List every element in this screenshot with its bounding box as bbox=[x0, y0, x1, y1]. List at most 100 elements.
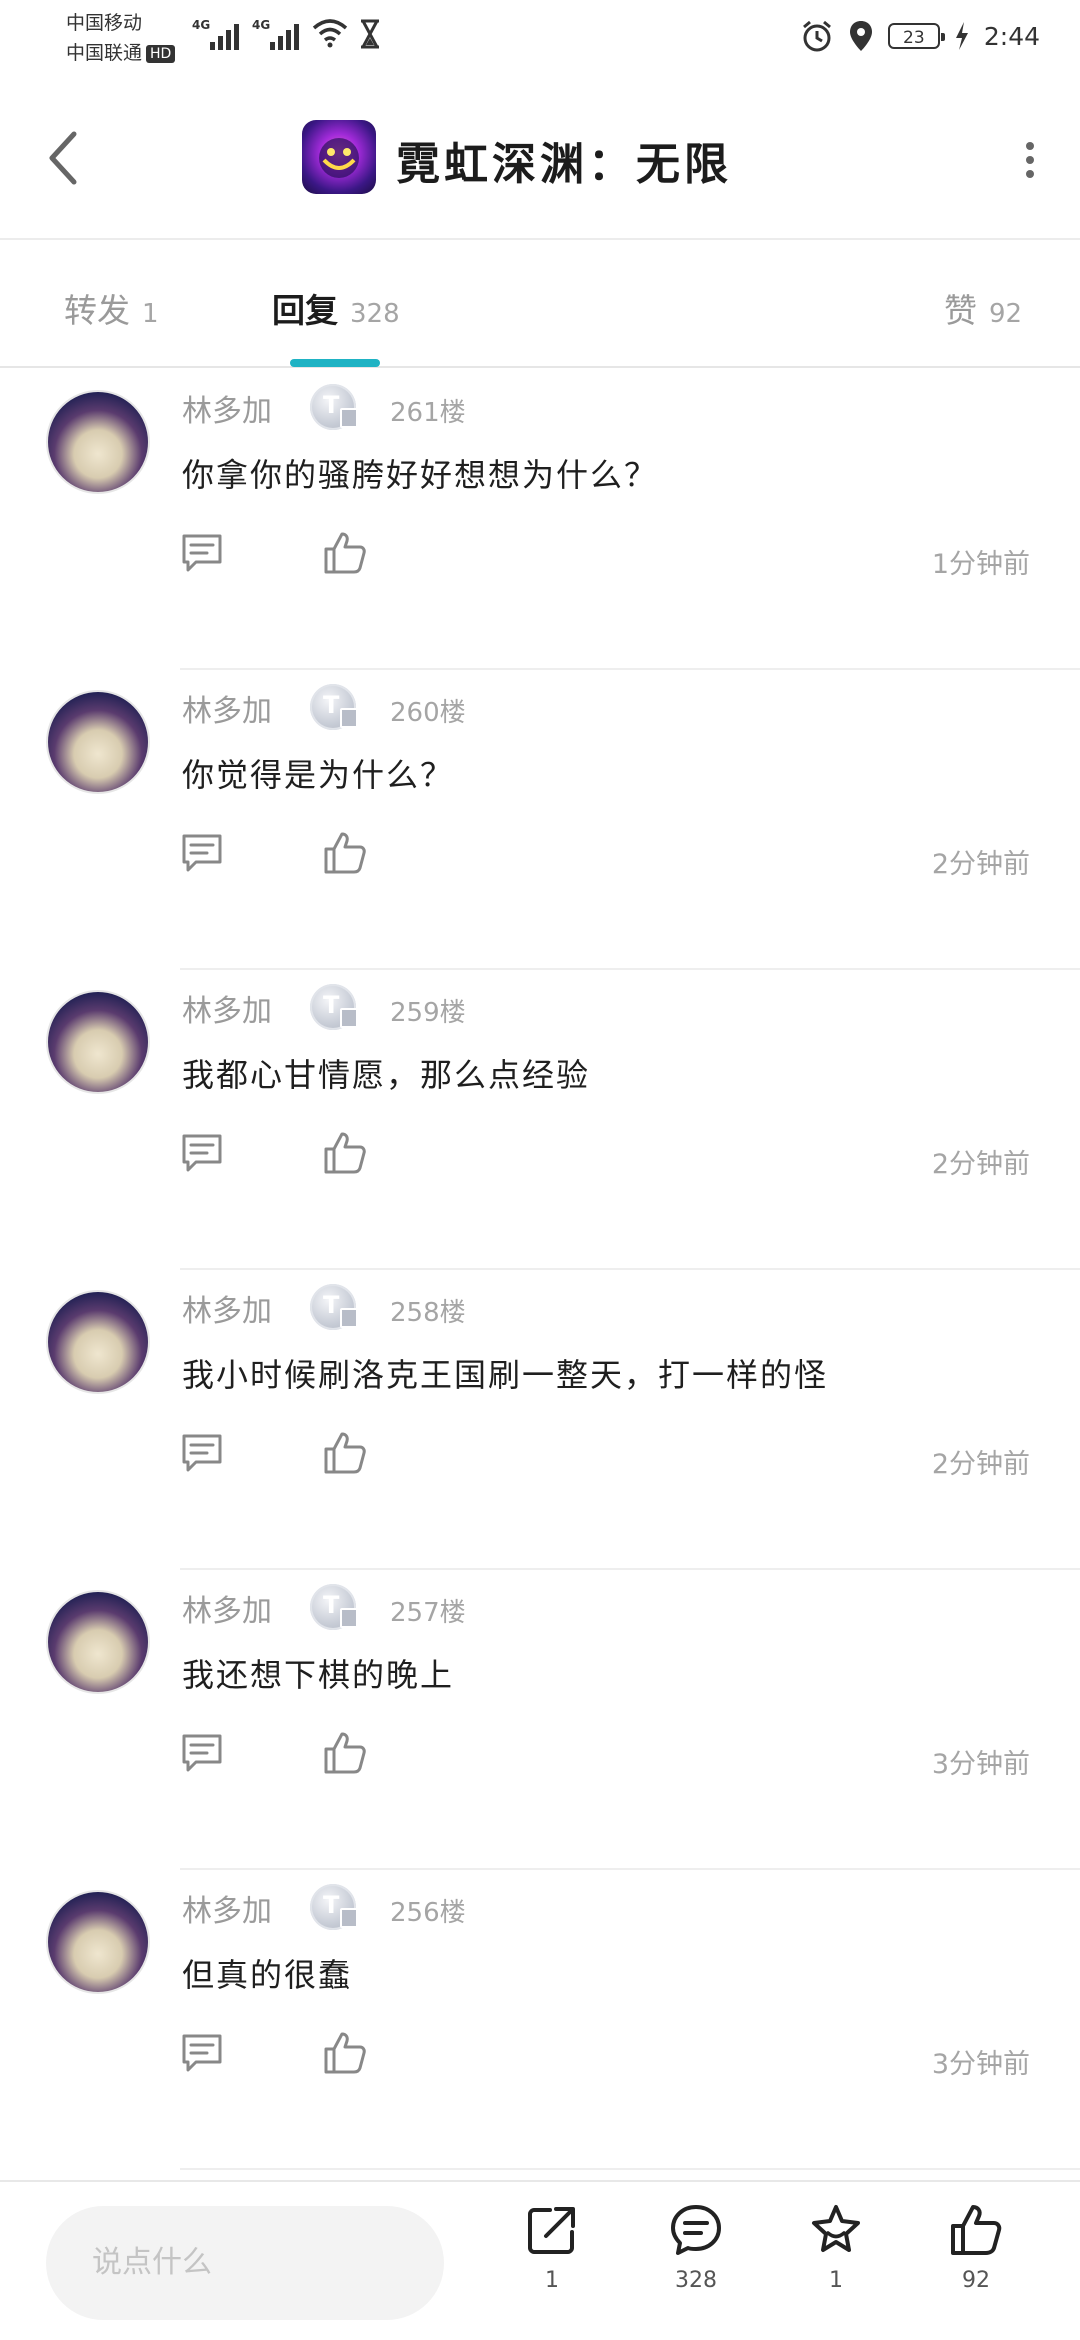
floor-number: 256楼 bbox=[390, 1898, 466, 1928]
tab-replies[interactable]: 回复 328 bbox=[272, 284, 400, 332]
signal-icon bbox=[210, 20, 244, 50]
divider bbox=[180, 2168, 1080, 2170]
badge-corner bbox=[340, 1008, 358, 1028]
reply-item[interactable]: 林多加 T 258楼 我小时候刷洛克王国刷一整天，打一样的怪 2分钟前 bbox=[0, 1270, 1080, 1570]
comment-icon[interactable] bbox=[180, 532, 224, 574]
like-icon[interactable] bbox=[322, 530, 368, 576]
carrier-2: 中国联通 bbox=[66, 42, 143, 64]
thumbs-up-icon bbox=[951, 2205, 1002, 2255]
like-icon[interactable] bbox=[322, 1430, 368, 1476]
comment-button[interactable]: 328 bbox=[646, 2202, 746, 2293]
back-arrow-icon[interactable] bbox=[46, 130, 80, 186]
avatar[interactable] bbox=[46, 690, 150, 794]
reply-time: 2分钟前 bbox=[931, 849, 1030, 880]
level-badge: T bbox=[310, 1884, 358, 1930]
avatar[interactable] bbox=[46, 990, 150, 1094]
alarm-icon bbox=[802, 20, 831, 52]
avatar[interactable] bbox=[46, 1890, 150, 1994]
reply-time: 3分钟前 bbox=[931, 2049, 1030, 2080]
tab-likes-label: 赞 bbox=[944, 291, 977, 330]
top-header: 霓虹深渊：无限 bbox=[0, 80, 1080, 240]
username[interactable]: 林多加 bbox=[182, 1286, 272, 1330]
like-button[interactable]: 92 bbox=[926, 2202, 1026, 2293]
badge-letter: T bbox=[323, 1891, 340, 1919]
comment-input[interactable]: 说点什么 bbox=[46, 2206, 444, 2320]
bottom-action-bar: 说点什么 1 328 1 92 bbox=[0, 2180, 1080, 2340]
floor-number: 258楼 bbox=[390, 1298, 466, 1328]
reply-content: 你觉得是为什么？ bbox=[182, 756, 455, 794]
badge-letter: T bbox=[323, 691, 340, 719]
status-bar: 中国移动 中国联通 HD 4G 4G 23 2:44 bbox=[0, 0, 1080, 80]
share-button[interactable]: 1 bbox=[502, 2202, 602, 2293]
badge-corner bbox=[340, 1908, 358, 1928]
avatar[interactable] bbox=[46, 1590, 150, 1694]
floor-number: 260楼 bbox=[390, 698, 466, 728]
reply-list[interactable]: 林多加 T 261楼 你拿你的骚胯好好想想为什么？ 1分钟前 林多加 T 260… bbox=[0, 370, 1080, 2170]
level-badge: T bbox=[310, 984, 358, 1030]
floor-number: 257楼 bbox=[390, 1598, 466, 1628]
avatar[interactable] bbox=[46, 1290, 150, 1394]
floor-number: 261楼 bbox=[390, 398, 466, 428]
more-options-icon[interactable] bbox=[1024, 140, 1036, 180]
comment-icon[interactable] bbox=[180, 1132, 224, 1174]
location-icon bbox=[849, 21, 872, 51]
badge-letter: T bbox=[323, 1291, 340, 1319]
app-logo bbox=[302, 120, 376, 194]
battery-indicator: 23 bbox=[887, 23, 945, 49]
network-type-1: 4G bbox=[192, 18, 211, 32]
username[interactable]: 林多加 bbox=[182, 1586, 272, 1630]
reply-time: 3分钟前 bbox=[931, 1749, 1030, 1780]
tab-reposts[interactable]: 转发 1 bbox=[64, 284, 159, 332]
comment-icon[interactable] bbox=[180, 832, 224, 874]
charging-icon bbox=[955, 22, 968, 50]
reply-content: 我都心甘情愿，那么点经验 bbox=[182, 1056, 591, 1094]
username[interactable]: 林多加 bbox=[182, 386, 272, 430]
level-badge: T bbox=[310, 384, 358, 430]
username[interactable]: 林多加 bbox=[182, 986, 272, 1030]
like-icon[interactable] bbox=[322, 1130, 368, 1176]
badge-letter: T bbox=[323, 1591, 340, 1619]
avatar[interactable] bbox=[46, 390, 150, 494]
tab-bar: 转发 1 回复 328 赞 92 bbox=[0, 240, 1080, 368]
favorite-count: 1 bbox=[829, 2268, 843, 2293]
like-icon[interactable] bbox=[322, 1730, 368, 1776]
reply-content: 但真的很蠢 bbox=[182, 1956, 353, 1994]
like-icon[interactable] bbox=[322, 830, 368, 876]
tab-replies-count: 328 bbox=[350, 299, 400, 329]
share-count: 1 bbox=[545, 2268, 559, 2293]
tab-likes[interactable]: 赞 92 bbox=[944, 284, 1022, 332]
reply-time: 2分钟前 bbox=[931, 1449, 1030, 1480]
reply-item[interactable]: 林多加 T 256楼 但真的很蠢 3分钟前 bbox=[0, 1870, 1080, 2170]
tab-likes-count: 92 bbox=[989, 299, 1023, 329]
hd-badge: HD bbox=[146, 44, 176, 63]
status-right: 23 2:44 bbox=[800, 14, 1040, 58]
like-icon[interactable] bbox=[322, 2030, 368, 2076]
signal-icon-2 bbox=[270, 20, 304, 50]
comment-icon[interactable] bbox=[180, 1432, 224, 1474]
favorite-button[interactable]: 1 bbox=[786, 2202, 886, 2293]
badge-corner bbox=[340, 1308, 358, 1328]
hourglass-icon bbox=[361, 19, 379, 49]
share-icon bbox=[528, 2207, 575, 2254]
network-type-2: 4G bbox=[252, 18, 271, 32]
reply-time: 1分钟前 bbox=[931, 549, 1030, 580]
comment-icon[interactable] bbox=[180, 2032, 224, 2074]
reply-content: 你拿你的骚胯好好想想为什么？ bbox=[182, 456, 659, 494]
reply-item[interactable]: 林多加 T 259楼 我都心甘情愿，那么点经验 2分钟前 bbox=[0, 970, 1080, 1270]
reply-time: 2分钟前 bbox=[931, 1149, 1030, 1180]
comment-icon[interactable] bbox=[180, 1732, 224, 1774]
star-icon bbox=[812, 2205, 860, 2252]
tab-replies-label: 回复 bbox=[272, 291, 338, 330]
page-title: 霓虹深渊：无限 bbox=[396, 139, 732, 190]
username[interactable]: 林多加 bbox=[182, 686, 272, 730]
comment-bubble-icon bbox=[671, 2205, 721, 2255]
badge-letter: T bbox=[323, 391, 340, 419]
reply-item[interactable]: 林多加 T 257楼 我还想下棋的晚上 3分钟前 bbox=[0, 1570, 1080, 1870]
reply-item[interactable]: 林多加 T 261楼 你拿你的骚胯好好想想为什么？ 1分钟前 bbox=[0, 370, 1080, 670]
reply-item[interactable]: 林多加 T 260楼 你觉得是为什么？ 2分钟前 bbox=[0, 670, 1080, 970]
username[interactable]: 林多加 bbox=[182, 1886, 272, 1930]
reply-content: 我小时候刷洛克王国刷一整天，打一样的怪 bbox=[182, 1356, 829, 1394]
level-badge: T bbox=[310, 684, 358, 730]
wifi-icon bbox=[312, 19, 348, 48]
badge-letter: T bbox=[323, 991, 340, 1019]
